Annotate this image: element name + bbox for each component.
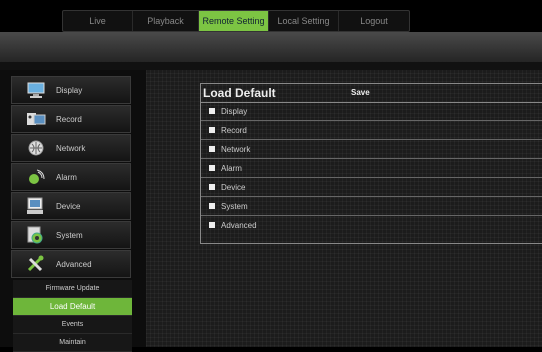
monitor-icon: [26, 81, 46, 99]
advanced-checkbox[interactable]: [209, 222, 215, 228]
option-label: Alarm: [221, 163, 242, 173]
sidebar-item-label: Advanced: [56, 259, 92, 269]
sidebar-item-label: Display: [56, 85, 83, 95]
option-label: Display: [221, 106, 248, 116]
network-icon: [26, 139, 46, 157]
sidebar-item-label: Record: [56, 114, 82, 124]
sidebar-item-device[interactable]: Device: [11, 192, 131, 220]
option-label: Record: [221, 125, 247, 135]
option-row: Alarm: [201, 159, 542, 178]
load-default-panel: Load Default Save Display Record Network…: [200, 83, 542, 244]
option-row: Display: [201, 102, 542, 121]
sidebar-item-system[interactable]: System: [11, 221, 131, 249]
tab-bar: Live Playback Remote Setting Local Setti…: [62, 10, 410, 32]
top-nav: Live Playback Remote Setting Local Setti…: [0, 0, 542, 32]
page-title: Load Default: [203, 86, 276, 100]
sub-item-events[interactable]: Events: [13, 316, 132, 334]
tools-icon: [26, 255, 46, 273]
sidebar-item-label: Network: [56, 143, 86, 153]
device-icon: [26, 197, 46, 215]
tab-local-setting[interactable]: Local Setting: [269, 11, 339, 31]
divider: [0, 62, 542, 70]
option-row: Device: [201, 178, 542, 197]
sub-item-firmware-update[interactable]: Firmware Update: [13, 280, 132, 298]
sidebar-item-alarm[interactable]: Alarm: [11, 163, 131, 191]
sidebar-item-network[interactable]: Network: [11, 134, 131, 162]
sidebar: Display Record Network Alarm Device Syst…: [0, 70, 146, 352]
record-checkbox[interactable]: [209, 127, 215, 133]
sidebar-item-label: System: [56, 230, 83, 240]
option-label: Advanced: [221, 220, 257, 230]
sidebar-item-advanced[interactable]: Advanced: [11, 250, 131, 278]
tab-logout[interactable]: Logout: [339, 11, 409, 31]
option-label: Device: [221, 182, 246, 192]
save-button[interactable]: Save: [351, 88, 370, 97]
option-row: Network: [201, 140, 542, 159]
alarm-icon: [26, 168, 46, 186]
panel-header: Load Default Save: [201, 83, 542, 103]
tab-playback[interactable]: Playback: [133, 11, 199, 31]
option-row: Advanced: [201, 216, 542, 234]
record-icon: [26, 110, 46, 128]
sidebar-item-label: Device: [56, 201, 81, 211]
display-checkbox[interactable]: [209, 108, 215, 114]
option-label: Network: [221, 144, 251, 154]
header-band: [0, 32, 542, 62]
alarm-checkbox[interactable]: [209, 165, 215, 171]
option-label: System: [221, 201, 248, 211]
tab-remote-setting[interactable]: Remote Setting: [199, 11, 269, 31]
network-checkbox[interactable]: [209, 146, 215, 152]
sub-item-load-default[interactable]: Load Default: [13, 298, 132, 316]
sub-item-maintain[interactable]: Maintain: [13, 334, 132, 352]
sidebar-item-record[interactable]: Record: [11, 105, 131, 133]
system-icon: [26, 226, 46, 244]
sidebar-item-display[interactable]: Display: [11, 76, 131, 104]
option-row: System: [201, 197, 542, 216]
system-checkbox[interactable]: [209, 203, 215, 209]
sidebar-item-label: Alarm: [56, 172, 77, 182]
device-checkbox[interactable]: [209, 184, 215, 190]
option-row: Record: [201, 121, 542, 140]
content-area: Load Default Save Display Record Network…: [146, 70, 542, 347]
tab-live[interactable]: Live: [63, 11, 133, 31]
